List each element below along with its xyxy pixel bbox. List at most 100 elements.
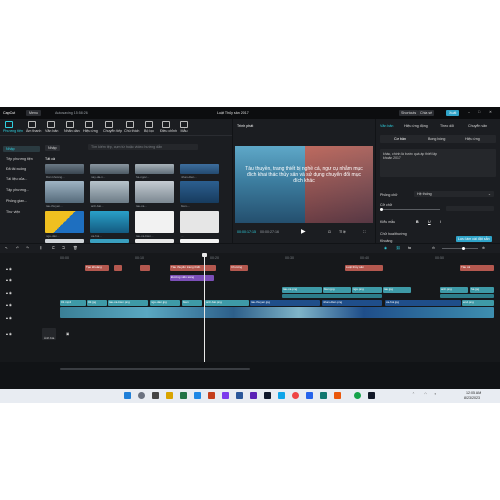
windows-start-icon[interactable]	[124, 392, 131, 399]
tool-text[interactable]: Văn bản	[45, 121, 58, 133]
fullscreen-icon[interactable]: ⛶	[363, 230, 366, 234]
preview-axis-icon[interactable]: ⇆	[408, 246, 411, 250]
shortcuts-button[interactable]: Shortcuts	[399, 110, 419, 116]
app-icon[interactable]	[250, 392, 257, 399]
tab-animation[interactable]: Hiệu ứng động	[404, 124, 428, 128]
trim-left-icon[interactable]: ⊏	[52, 246, 55, 250]
tool-filters[interactable]: Bộ lọc	[143, 121, 155, 133]
video-clip[interactable]: 02.jpg	[87, 300, 107, 306]
task-view-icon[interactable]	[152, 392, 159, 399]
volume-icon[interactable]: ◖	[434, 392, 436, 396]
tool-stickers[interactable]: Nhãn dán	[64, 121, 80, 133]
track-lock-icon[interactable]: 🔒︎ ◉	[6, 316, 12, 320]
underline-button[interactable]: U	[428, 220, 431, 224]
track-lock-icon[interactable]: 🔒︎ ◉	[6, 303, 12, 307]
media-thumbnail[interactable]	[45, 164, 84, 174]
text-clip[interactable]	[140, 265, 150, 271]
video-clip[interactable]: nhan-dien.png	[322, 300, 382, 306]
video-clip[interactable]: 01.mp4	[60, 300, 86, 306]
zoom-slider[interactable]	[442, 247, 478, 250]
media-thumbnail[interactable]	[135, 181, 174, 203]
link-icon[interactable]: ⛓	[396, 246, 401, 250]
text-clip[interactable]: Tàu thuyền trang thiết	[170, 265, 216, 271]
clock-time[interactable]: 12:05 AM	[466, 391, 481, 395]
media-thumbnail[interactable]	[135, 211, 174, 233]
menu-button[interactable]: Menu	[26, 110, 41, 116]
media-thumbnail[interactable]	[45, 239, 84, 243]
zoom-handle[interactable]	[462, 247, 465, 250]
video-clip[interactable]: tau-thuyen.jpg	[250, 300, 320, 306]
video-clip[interactable]: bien	[182, 300, 202, 306]
italic-button[interactable]: I	[440, 220, 441, 224]
search-input[interactable]: Tìm kiếm tệp, cụm từ hoặc video hướng dẫ…	[88, 144, 198, 150]
file-explorer-icon[interactable]	[166, 392, 173, 399]
video-clip[interactable]: anh-bai.png	[205, 300, 249, 306]
video-clip[interactable]: tau-ca-bien.png	[108, 300, 148, 306]
zoom-icon[interactable]: ⊡	[328, 230, 331, 234]
minimize-icon[interactable]: –	[468, 110, 470, 114]
filter-all[interactable]: Tất cả	[45, 157, 55, 161]
text-clip[interactable]: Tạo khoảng	[85, 265, 109, 271]
text-clip[interactable]: Chương	[230, 265, 248, 271]
chrome-icon[interactable]	[292, 392, 299, 399]
tool-effects[interactable]: Hiệu ứng	[83, 121, 98, 133]
tool-adjust[interactable]: Điều chỉnh	[160, 121, 177, 133]
video-clip[interactable]: ngu-dan.jpg	[150, 300, 180, 306]
sidebar-item-media-files[interactable]: Tệp phương tiện	[3, 156, 40, 162]
font-select[interactable]: Hệ thống ⌄	[414, 191, 494, 197]
split-icon[interactable]: ⫼	[40, 246, 42, 250]
media-thumbnail[interactable]	[90, 211, 129, 233]
sidebar-item-docs[interactable]: Tài liệu của...	[3, 176, 40, 182]
tray-chevron-icon[interactable]: ⌃	[412, 392, 415, 396]
video-clip[interactable]: ngu.png	[352, 287, 382, 293]
magnet-icon[interactable]: ◉	[384, 246, 387, 250]
edge-icon[interactable]	[194, 392, 201, 399]
media-thumbnail[interactable]	[180, 164, 219, 174]
search-icon[interactable]	[138, 392, 145, 399]
track-lock-icon[interactable]: 🔒︎ ◉	[6, 267, 12, 271]
video-clip[interactable]: ha.jpg	[470, 287, 494, 293]
subtab-effects[interactable]: Hiệu ứng	[465, 137, 480, 141]
bold-button[interactable]: B	[416, 220, 419, 224]
text-clip[interactable]: Tàu cá	[460, 265, 494, 271]
text-clip[interactable]	[114, 265, 122, 271]
maximize-icon[interactable]: □	[478, 110, 480, 114]
media-thumbnail[interactable]	[180, 181, 219, 203]
save-preset-button[interactable]: Lưu làm cài đặt sẵn	[456, 236, 492, 242]
audio-track-icon[interactable]: ▣	[66, 332, 69, 336]
sidebar-item-space[interactable]: Phông gian...	[3, 198, 40, 204]
tool-captions[interactable]: Chú thích	[124, 121, 139, 133]
effect-clip[interactable]: Đường viền sáng	[170, 275, 214, 281]
size-input[interactable]	[446, 206, 494, 211]
video-preview[interactable]: Tàu thuyền, trang thiết bị nghề cá, ngư …	[235, 146, 373, 223]
ratio-button[interactable]: Tỉ lệ	[339, 230, 346, 234]
tab-tracking[interactable]: Theo dõi	[440, 124, 454, 128]
text-field[interactable]: khác, chính là bước quá áp thiết lập kho…	[380, 149, 496, 177]
undo-icon[interactable]: ↶	[16, 246, 19, 250]
app-icon[interactable]	[278, 392, 285, 399]
subtitle-overlay[interactable]: Tàu thuyền, trang thiết bị nghề cá, ngư …	[243, 166, 365, 184]
app-icon[interactable]	[334, 392, 341, 399]
size-slider[interactable]	[380, 208, 440, 211]
sidebar-item-import[interactable]: Nhập	[3, 146, 40, 152]
video-clip[interactable]: anh.png	[440, 287, 468, 293]
play-icon[interactable]: ▶	[301, 228, 306, 235]
import-button[interactable]: Nhập	[45, 145, 60, 151]
video-clip[interactable]: bien.jpg	[323, 287, 351, 293]
close-icon[interactable]: ✕	[489, 110, 492, 114]
tool-transitions[interactable]: Chuyển tiếp	[103, 121, 122, 133]
subtab-basic[interactable]: Cơ bản	[394, 137, 406, 141]
media-thumbnail[interactable]	[45, 181, 84, 203]
sidebar-item-library[interactable]: Thư viện	[3, 209, 40, 215]
clock-date[interactable]: 8/23/2023	[464, 396, 480, 400]
slider-handle[interactable]	[380, 208, 383, 211]
media-thumbnail[interactable]	[135, 164, 174, 174]
timeline-scrollbar[interactable]	[60, 368, 250, 370]
tab-text[interactable]: Văn bản	[380, 124, 393, 128]
word-icon[interactable]	[236, 392, 243, 399]
video-clip[interactable]	[440, 294, 494, 298]
select-icon[interactable]: ↖	[5, 246, 8, 250]
media-thumbnail[interactable]	[180, 211, 219, 233]
tool-templates[interactable]: Mẫu	[178, 121, 190, 133]
capcut-icon[interactable]	[264, 392, 271, 399]
